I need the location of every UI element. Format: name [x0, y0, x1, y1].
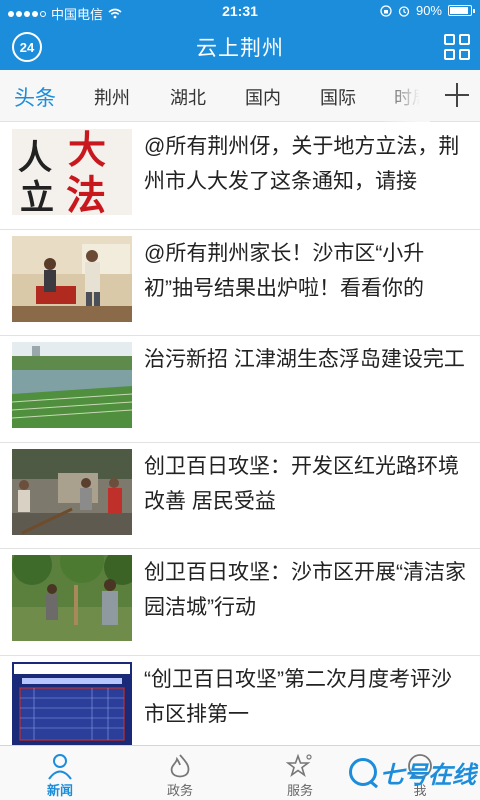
news-title: @所有荆州家长！沙市区“小升初”抽号结果出炉啦！看看你的 — [144, 241, 425, 300]
grid-icon[interactable] — [444, 34, 470, 60]
news-title: 治污新招 江津湖生态浮岛建设完工 — [144, 348, 465, 371]
photo-lake — [12, 342, 132, 428]
news-item[interactable]: 人 大 立 法 @所有荆州伢，关于地方立法，荆州市人大发了这条通知，请接 — [0, 123, 480, 230]
alarm-icon — [398, 5, 410, 17]
add-tab-icon[interactable] — [442, 80, 472, 110]
bottom-tab-label: 新闻 — [46, 783, 73, 798]
app-header: 24 云上荆州 — [0, 22, 480, 70]
svg-text:法: 法 — [66, 172, 106, 215]
news-item[interactable]: 治污新招 江津湖生态浮岛建设完工 — [0, 336, 480, 443]
status-bar: 中国电信 21:31 90% — [0, 0, 480, 22]
news-item[interactable]: 创卫百日攻坚：沙市区开展“清洁家园洁城”行动 — [0, 549, 480, 656]
bottom-tab-news[interactable]: 新闻 — [0, 746, 120, 800]
photo-ranking-slide — [12, 661, 132, 748]
rotation-lock-icon — [380, 4, 392, 17]
person-icon — [48, 754, 72, 780]
news-item[interactable]: 创卫百日攻坚：开发区红光路环境改善 居民受益 — [0, 443, 480, 549]
tab-hubei[interactable]: 湖北 — [170, 84, 206, 110]
page-title: 云上荆州 — [196, 37, 284, 60]
flame-icon — [170, 754, 190, 778]
category-tabs: 头条 荆州 湖北 国内 国际 时局 — [0, 70, 480, 122]
news-thumbnail — [12, 661, 132, 748]
news-item[interactable]: @所有荆州家长！沙市区“小升初”抽号结果出炉啦！看看你的 — [0, 230, 480, 336]
watermark-q-icon — [349, 758, 377, 786]
photo-classroom — [12, 235, 132, 322]
news-title: 创卫百日攻坚：开发区红光路环境改善 居民受益 — [144, 454, 459, 513]
photo-street-cleanup — [12, 448, 132, 535]
bottom-tab-government[interactable]: 政务 — [120, 746, 240, 800]
svg-text:人: 人 — [18, 138, 52, 178]
photo-park-cleanup — [12, 555, 132, 641]
svg-text:大: 大 — [68, 129, 106, 172]
bottom-tab-label: 政务 — [166, 783, 193, 798]
bottom-tab-service[interactable]: 服务 — [240, 746, 360, 800]
tab-international[interactable]: 国际 — [320, 84, 356, 110]
svg-text:立: 立 — [20, 178, 54, 215]
news-thumbnail — [12, 448, 132, 535]
news-list: 人 大 立 法 @所有荆州伢，关于地方立法，荆州市人大发了这条通知，请接 @所有… — [0, 123, 480, 762]
news-thumbnail — [12, 342, 132, 428]
news-thumbnail — [12, 555, 132, 641]
tab-headline[interactable]: 头条 — [14, 82, 56, 112]
watermark-text: 七号在线 — [380, 761, 476, 789]
news-thumbnail: 人 大 立 法 — [12, 129, 132, 215]
law-logo-image: 人 大 立 法 — [12, 129, 132, 215]
news-thumbnail — [12, 235, 132, 322]
tab-jingzhou[interactable]: 荆州 — [94, 84, 130, 110]
news-title: 创卫百日攻坚：沙市区开展“清洁家园洁城”行动 — [144, 561, 466, 619]
news-title: “创卫百日攻坚”第二次月度考评沙市区排第一 — [144, 667, 452, 726]
bottom-tab-label: 服务 — [286, 783, 313, 798]
watermark-logo: 七号在线 — [349, 754, 476, 790]
tab-domestic[interactable]: 国内 — [245, 84, 281, 110]
star-icon — [286, 753, 312, 778]
battery-icon — [448, 5, 475, 16]
battery-percent: 90% — [415, 3, 442, 18]
news-title: @所有荆州伢，关于地方立法，荆州市人大发了这条通知，请接 — [144, 135, 460, 193]
